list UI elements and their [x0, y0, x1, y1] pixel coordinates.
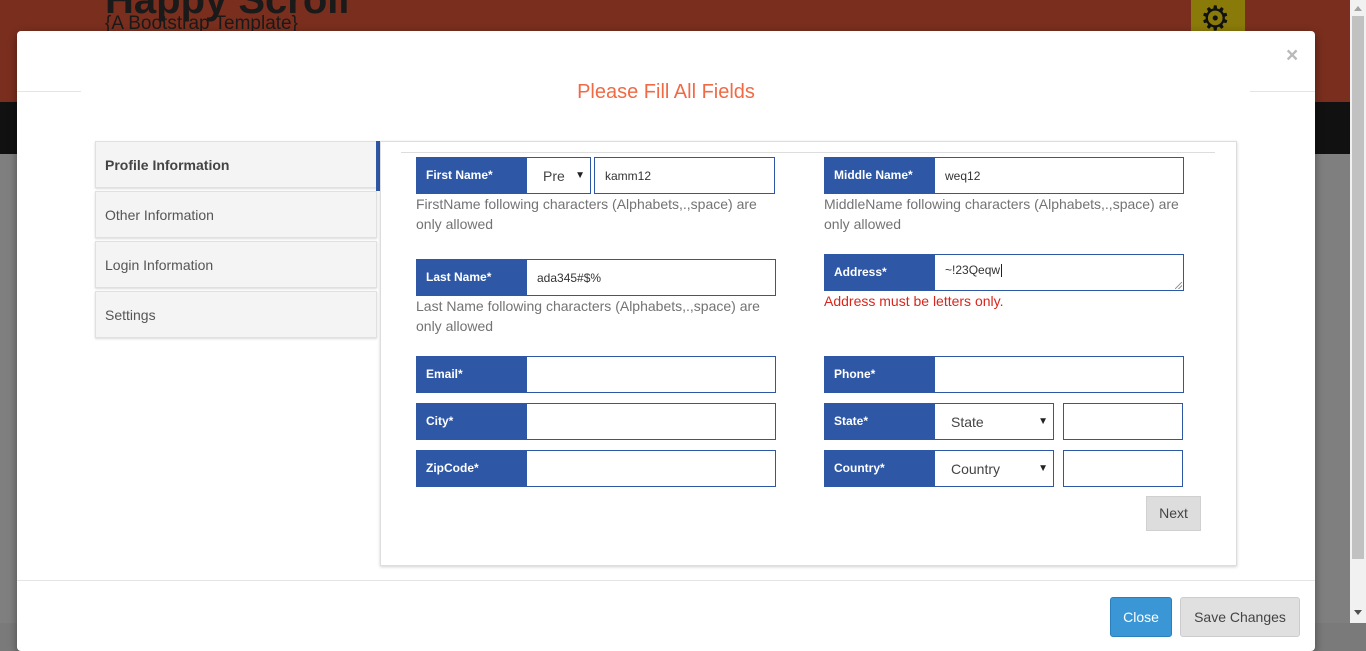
sidebar-item-other-information[interactable]: Other Information [95, 191, 377, 238]
scrollbar-thumb[interactable] [1352, 16, 1364, 559]
chevron-down-icon: ▼ [1038, 463, 1048, 474]
scroll-up-arrow-icon[interactable] [1354, 6, 1362, 11]
footer-divider [17, 580, 1315, 581]
email-label: Email* [416, 356, 527, 393]
save-changes-button[interactable]: Save Changes [1180, 597, 1300, 637]
first-name-input[interactable]: kamm12 [594, 157, 775, 194]
state-select[interactable]: State ▼ [934, 403, 1054, 440]
city-input[interactable] [526, 403, 776, 440]
chevron-down-icon: ▼ [575, 170, 585, 181]
first-name-label: First Name* [416, 157, 527, 194]
panel-divider [401, 152, 1215, 153]
sidebar-item-label: Other Information [105, 207, 214, 223]
email-input[interactable] [526, 356, 776, 393]
profile-modal: × Please Fill All Fields Profile Informa… [17, 31, 1315, 651]
sidebar-item-settings[interactable]: Settings [95, 291, 377, 338]
first-name-help: FirstName following characters (Alphabet… [416, 196, 757, 232]
next-button[interactable]: Next [1146, 496, 1201, 531]
last-name-label: Last Name* [416, 259, 527, 296]
sidebar-item-label: Profile Information [105, 157, 230, 173]
city-label: City* [416, 403, 527, 440]
address-textarea[interactable]: ~!23Qeqw [934, 254, 1184, 291]
country-label: Country* [824, 450, 935, 487]
country-selected-value: Country [951, 461, 1001, 477]
state-extra-input[interactable] [1063, 403, 1183, 440]
address-label: Address* [824, 254, 935, 291]
sidebar-item-label: Login Information [105, 257, 214, 273]
close-button[interactable]: Close [1110, 597, 1172, 637]
scroll-down-arrow-icon[interactable] [1354, 610, 1362, 615]
modal-title: Please Fill All Fields [577, 81, 755, 103]
country-select[interactable]: Country ▼ [934, 450, 1054, 487]
last-name-input[interactable]: ada345#$% [526, 259, 776, 296]
zipcode-input[interactable] [526, 450, 776, 487]
country-extra-input[interactable] [1063, 450, 1183, 487]
name-prefix-select[interactable]: Pre ▼ [526, 157, 591, 194]
name-prefix-value: Pre [543, 168, 565, 184]
profile-form-panel: First Name* Pre ▼ kamm12 FirstName follo… [380, 141, 1237, 566]
phone-label: Phone* [824, 356, 935, 393]
middle-name-input[interactable]: weq12 [934, 157, 1184, 194]
sidebar-item-label: Settings [105, 307, 156, 323]
middle-name-help: MiddleName following characters (Alphabe… [824, 196, 1179, 232]
state-selected-value: State [951, 414, 984, 430]
state-label: State* [824, 403, 935, 440]
sidebar-item-profile-information[interactable]: Profile Information [95, 141, 377, 188]
zipcode-label: ZipCode* [416, 450, 527, 487]
text-cursor [1001, 264, 1003, 278]
address-value: ~!23Qeqw [945, 263, 1001, 277]
resize-handle-icon[interactable] [1175, 282, 1182, 289]
phone-input[interactable] [934, 356, 1184, 393]
middle-name-label: Middle Name* [824, 157, 935, 194]
close-icon[interactable]: × [1286, 44, 1298, 68]
last-name-help: Last Name following characters (Alphabet… [416, 298, 760, 334]
address-error: Address must be letters only. [824, 293, 1004, 309]
sidebar-item-login-information[interactable]: Login Information [95, 241, 377, 288]
chevron-down-icon: ▼ [1038, 416, 1048, 427]
